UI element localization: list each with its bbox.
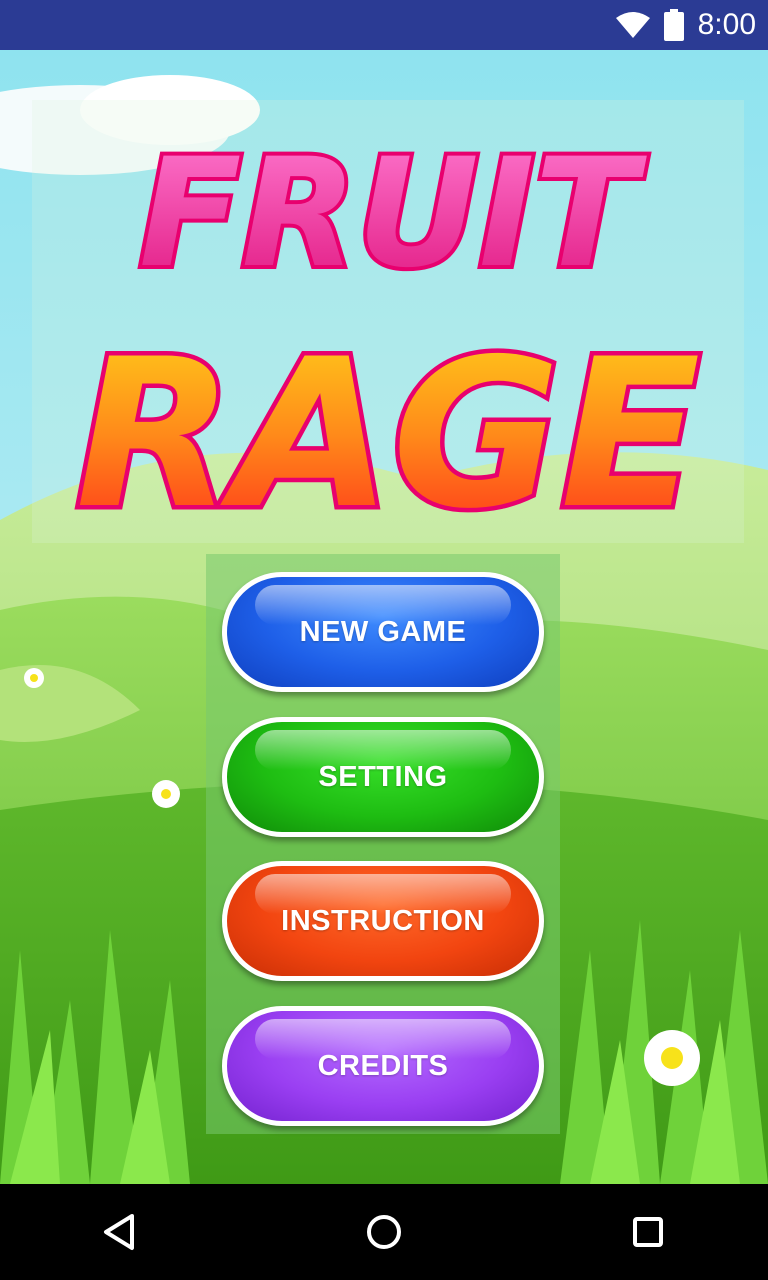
home-circle-icon[interactable] bbox=[360, 1208, 408, 1256]
credits-label: CREDITS bbox=[317, 1049, 449, 1082]
logo-line-fruit: FRUIT bbox=[139, 127, 648, 301]
status-time: 8:00 bbox=[697, 8, 756, 41]
instruction-label: INSTRUCTION bbox=[281, 904, 485, 937]
navigation-bar bbox=[0, 1184, 768, 1280]
logo-line-rage: RAGE bbox=[76, 316, 701, 543]
credits-button[interactable]: CREDITS bbox=[222, 1006, 544, 1126]
instruction-button[interactable]: INSTRUCTION bbox=[222, 861, 544, 981]
game-logo: FRUIT RAGE bbox=[32, 100, 744, 543]
back-triangle-icon[interactable] bbox=[96, 1208, 144, 1256]
main-menu-panel: NEW GAME SETTING INSTRUCTION CREDITS bbox=[206, 554, 560, 1134]
recents-square-icon[interactable] bbox=[624, 1208, 672, 1256]
status-bar: 8:00 bbox=[0, 0, 768, 50]
wifi-icon bbox=[615, 12, 650, 38]
setting-label: SETTING bbox=[318, 760, 448, 793]
daisy-flower-icon bbox=[644, 1030, 700, 1086]
new-game-label: NEW GAME bbox=[299, 615, 467, 648]
setting-button[interactable]: SETTING bbox=[222, 717, 544, 837]
game-scene: FRUIT RAGE NEW GAME SETTING INSTRUCTION … bbox=[0, 50, 768, 1184]
new-game-button[interactable]: NEW GAME bbox=[222, 572, 544, 692]
battery-icon bbox=[663, 9, 684, 41]
